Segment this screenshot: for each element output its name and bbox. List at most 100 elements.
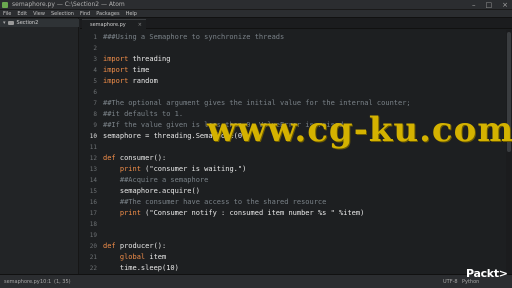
code-line[interactable]: 16 ##The consumer have access to the sha… bbox=[80, 197, 506, 208]
code-editor[interactable]: 1 ###Using a Semaphore to synchronize thr… bbox=[80, 30, 506, 274]
tab-semaphore-py[interactable]: semaphore.py × bbox=[82, 19, 146, 29]
code-line[interactable]: 2 bbox=[80, 43, 506, 54]
tree-item-section2[interactable]: ▾ Section2 bbox=[0, 19, 79, 27]
code-line[interactable]: 15 semaphore.acquire() bbox=[80, 186, 506, 197]
code-text: ##The consumer have access to the shared… bbox=[103, 197, 327, 208]
code-keyword: global bbox=[119, 253, 146, 261]
tab-label: semaphore.py bbox=[90, 21, 126, 28]
folder-icon bbox=[7, 21, 14, 25]
code-keyword: import bbox=[103, 66, 129, 74]
code-token: random bbox=[128, 77, 158, 85]
line-number: 22 bbox=[89, 265, 97, 272]
code-token: ###Using a Semaphore to synchronize thre… bbox=[103, 33, 285, 41]
status-encoding[interactable]: UTF-8 bbox=[443, 278, 458, 286]
code-token: ##The optional argument gives the initia… bbox=[103, 99, 411, 107]
line-number: 6 bbox=[93, 89, 97, 96]
line-number: 4 bbox=[93, 67, 97, 74]
line-number: 3 bbox=[93, 56, 97, 63]
packt-logo-text: Packt> bbox=[466, 267, 508, 280]
code-token: consumer(): bbox=[115, 154, 167, 162]
code-text: global item bbox=[103, 252, 166, 263]
status-file-name[interactable]: semaphore.py bbox=[4, 278, 40, 286]
status-cursor-position[interactable]: 10:1 bbox=[40, 278, 51, 286]
maximize-icon[interactable]: □ bbox=[486, 1, 493, 9]
line-number: 15 bbox=[89, 188, 97, 195]
window-controls: – □ × bbox=[472, 0, 508, 10]
menu-help[interactable]: Help bbox=[126, 10, 137, 18]
code-line[interactable]: 4 import time bbox=[80, 65, 506, 76]
code-line[interactable]: 20 def producer(): bbox=[80, 241, 506, 252]
code-line[interactable]: 13 print ("consumer is waiting.") bbox=[80, 164, 506, 175]
line-number: 14 bbox=[89, 177, 97, 184]
line-number: 10 bbox=[89, 133, 97, 140]
line-number: 13 bbox=[89, 166, 97, 173]
code-token: ##Acquire a semaphore bbox=[103, 176, 209, 184]
code-line[interactable]: 17 print ("Consumer notify : consumed it… bbox=[80, 208, 506, 219]
line-number: 7 bbox=[93, 100, 97, 107]
code-text: def consumer(): bbox=[103, 153, 166, 164]
code-token: threading bbox=[128, 55, 171, 63]
code-line[interactable]: 7 ##The optional argument gives the initi… bbox=[80, 98, 506, 109]
code-text: ###Using a Semaphore to synchronize thre… bbox=[103, 32, 284, 43]
line-number: 2 bbox=[93, 45, 97, 52]
code-keyword: print bbox=[119, 209, 141, 217]
code-line[interactable]: 22 time.sleep(10) bbox=[80, 263, 506, 274]
menu-selection[interactable]: Selection bbox=[51, 10, 74, 18]
code-token: producer(): bbox=[115, 242, 167, 250]
code-line[interactable]: 5 import random bbox=[80, 76, 506, 87]
minimize-icon[interactable]: – bbox=[472, 1, 476, 9]
menu-edit[interactable]: Edit bbox=[17, 10, 27, 18]
code-token: ##it defaults to 1. bbox=[103, 110, 184, 118]
line-number: 9 bbox=[93, 122, 97, 129]
code-line[interactable]: 18 bbox=[80, 219, 506, 230]
code-text: print ("consumer is waiting.") bbox=[103, 164, 246, 175]
chevron-down-icon[interactable]: ▾ bbox=[3, 20, 6, 26]
editor-scrollbar[interactable] bbox=[506, 30, 512, 274]
line-number: 19 bbox=[89, 232, 97, 239]
packt-logo: Packt> bbox=[466, 262, 510, 280]
menu-bar: File Edit View Selection Find Packages H… bbox=[0, 10, 512, 18]
line-number: 20 bbox=[89, 243, 97, 250]
code-line[interactable]: 1 ###Using a Semaphore to synchronize thr… bbox=[80, 32, 506, 43]
menu-view[interactable]: View bbox=[33, 10, 45, 18]
code-keyword: import bbox=[103, 55, 129, 63]
code-keyword: def bbox=[103, 242, 116, 250]
code-text: import random bbox=[103, 76, 158, 87]
code-token: time bbox=[128, 66, 150, 74]
line-number: 21 bbox=[89, 254, 97, 261]
code-line[interactable]: 3 import threading bbox=[80, 54, 506, 65]
status-bar: semaphore.py 10:1 (1, 35) UTF-8 Python bbox=[0, 274, 512, 288]
code-keyword: print bbox=[119, 165, 141, 173]
menu-find[interactable]: Find bbox=[80, 10, 90, 18]
line-number: 18 bbox=[89, 221, 97, 228]
code-text: time.sleep(10) bbox=[103, 263, 179, 274]
menu-file[interactable]: File bbox=[3, 10, 11, 18]
code-line[interactable]: 19 bbox=[80, 230, 506, 241]
line-number: 16 bbox=[89, 199, 97, 206]
code-line[interactable]: 14 ##Acquire a semaphore bbox=[80, 175, 506, 186]
tree-item-label: Section2 bbox=[16, 20, 39, 26]
tab-close-icon[interactable]: × bbox=[138, 22, 142, 28]
code-line[interactable]: 12 def consumer(): bbox=[80, 153, 506, 164]
code-line[interactable]: 21 global item bbox=[80, 252, 506, 263]
status-selection-count: (1, 35) bbox=[54, 279, 71, 285]
line-number: 12 bbox=[89, 155, 97, 162]
code-text: def producer(): bbox=[103, 241, 166, 252]
tab-bar: semaphore.py × bbox=[80, 18, 512, 29]
line-number: 8 bbox=[93, 111, 97, 118]
close-icon[interactable]: × bbox=[502, 1, 508, 9]
line-number: 5 bbox=[93, 78, 97, 85]
code-keyword: def bbox=[103, 154, 116, 162]
atom-app-icon bbox=[2, 2, 8, 8]
window-title: semaphore.py — C:\Section2 — Atom bbox=[12, 1, 125, 8]
code-line[interactable]: 6 bbox=[80, 87, 506, 98]
code-text: ##it defaults to 1. bbox=[103, 109, 183, 120]
line-number: 17 bbox=[89, 210, 97, 217]
title-bar: semaphore.py — C:\Section2 — Atom – □ × bbox=[0, 0, 512, 10]
menu-packages[interactable]: Packages bbox=[96, 10, 119, 18]
code-token: ("Consumer notify : consumed item number… bbox=[140, 209, 365, 217]
code-text: ##Acquire a semaphore bbox=[103, 175, 209, 186]
